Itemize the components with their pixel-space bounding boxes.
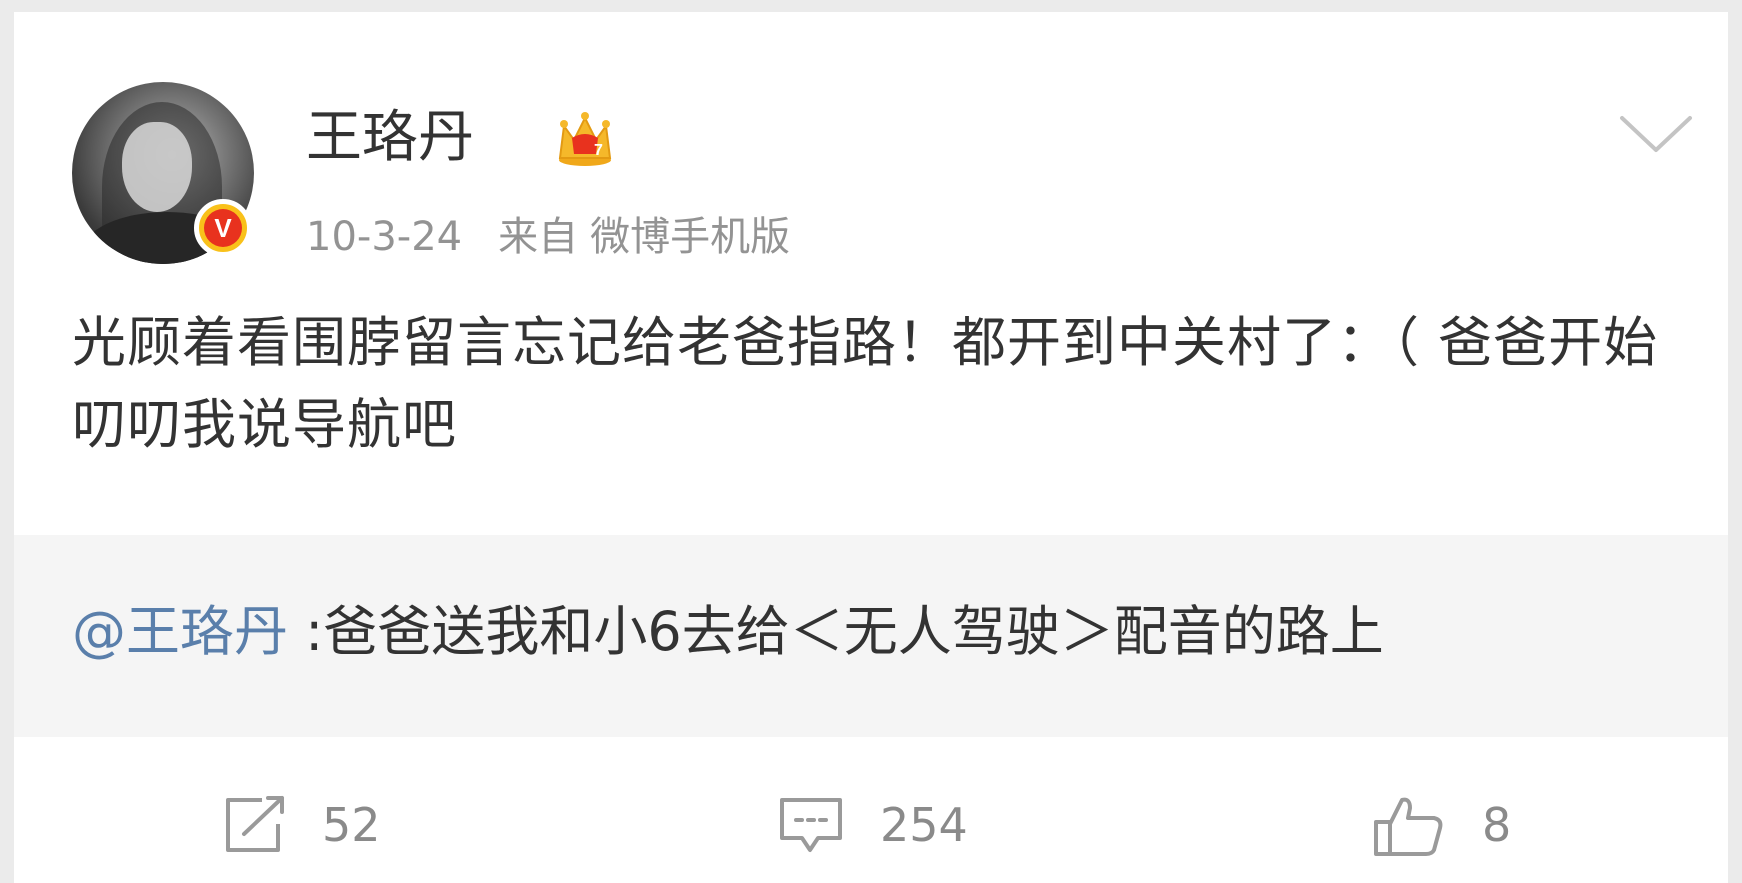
repost-icon — [226, 796, 284, 852]
username[interactable]: 王珞丹 — [306, 104, 474, 172]
thumbs-up-icon — [1374, 797, 1443, 856]
like-button[interactable]: 8 — [1372, 790, 1522, 860]
comment-count: 254 — [880, 798, 968, 852]
source-name[interactable]: 微博手机版 — [590, 214, 790, 260]
post-text: 光顾着看围脖留言忘记给老爸指路！都开到中关村了：（ 爸爸开始叨叨我说导航吧 — [72, 311, 1659, 456]
avatar-face — [122, 122, 192, 212]
retweet-block[interactable]: @王珞丹 :爸爸送我和小6去给＜无人驾驶＞配音的路上 — [14, 535, 1728, 737]
post-timestamp: 10-3-24 — [306, 214, 463, 260]
verified-badge-letter: V — [204, 209, 242, 247]
svg-text:7: 7 — [594, 142, 603, 159]
retweet-text: :爸爸送我和小6去给＜无人驾驶＞配音的路上 — [288, 600, 1384, 663]
retweet-content: @王珞丹 :爸爸送我和小6去给＜无人驾驶＞配音的路上 — [72, 595, 1384, 669]
chevron-down-icon[interactable] — [1616, 108, 1696, 158]
verified-badge-icon: V — [194, 199, 252, 257]
comment-icon — [780, 798, 842, 852]
weibo-post-card: V 王珞丹 7 10-3-24 来自 微博手机版 光顾着看围脖留言忘记给老爸指路！都… — [14, 12, 1728, 883]
comment-button[interactable]: 254 — [776, 790, 996, 860]
repost-button[interactable]: 52 — [222, 790, 402, 860]
retweet-mention[interactable]: @王珞丹 — [72, 600, 288, 663]
post-meta: 10-3-24 来自 微博手机版 — [306, 212, 790, 262]
like-count: 8 — [1482, 798, 1512, 852]
source-label: 来自 — [498, 214, 579, 260]
repost-count: 52 — [322, 798, 381, 852]
crown-icon[interactable]: 7 — [554, 110, 616, 168]
